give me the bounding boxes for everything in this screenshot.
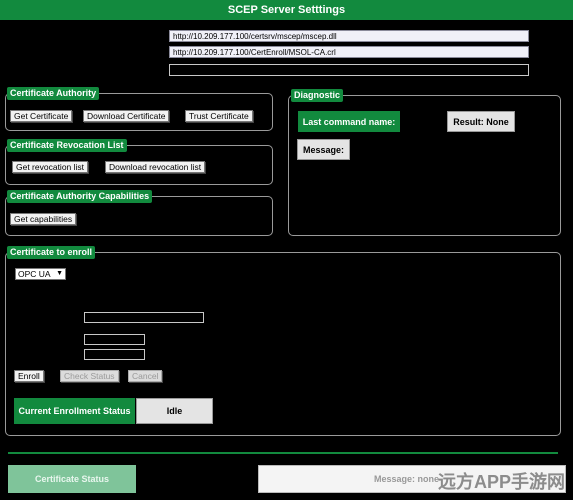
certificate-authority-label: Certificate Authority [7, 87, 100, 100]
enroll-field-1[interactable] [84, 312, 204, 323]
enroll-label: Certificate to enroll [7, 246, 96, 259]
certificate-status-tab[interactable]: Certificate Status [8, 465, 136, 493]
get-revocation-list-button[interactable]: Get revocation list [12, 161, 89, 173]
result-value: Result: None [447, 111, 515, 132]
scep-url-input[interactable] [169, 30, 529, 42]
window-title: SCEP Server Setttings [0, 0, 573, 20]
crl-url-input[interactable] [169, 46, 529, 58]
enroll-field-3[interactable] [84, 349, 145, 360]
crl-label: Certificate Revocation List [7, 139, 127, 152]
last-command-label: Last command name: [298, 111, 400, 132]
certificate-type-value: OPC UA [18, 269, 51, 279]
chevron-down-icon: ▼ [56, 270, 63, 277]
enroll-button[interactable]: Enroll [14, 370, 44, 382]
extra-url-input[interactable] [169, 64, 529, 76]
enrollment-status-label: Current Enrollment Status [14, 398, 135, 424]
cancel-button[interactable]: Cancel [128, 370, 163, 382]
check-status-button[interactable]: Check Status [60, 370, 119, 382]
get-certificate-button[interactable]: Get Certificate [10, 110, 73, 122]
trust-certificate-button[interactable]: Trust Certificate [185, 110, 253, 122]
watermark-logo: 远方APP手游网 [437, 472, 565, 492]
enroll-field-2[interactable] [84, 334, 145, 345]
get-capabilities-button[interactable]: Get capabilities [10, 213, 77, 225]
diagnostic-label: Diagnostic [291, 89, 344, 102]
enrollment-status-value: Idle [136, 398, 213, 424]
capabilities-label: Certificate Authority Capabilities [7, 190, 153, 203]
footer-divider [8, 452, 558, 454]
certificate-type-select[interactable]: OPC UA ▼ [15, 268, 66, 280]
download-revocation-list-button[interactable]: Download revocation list [105, 161, 206, 173]
download-certificate-button[interactable]: Download Certificate [83, 110, 170, 122]
message-label: Message: [297, 139, 350, 160]
